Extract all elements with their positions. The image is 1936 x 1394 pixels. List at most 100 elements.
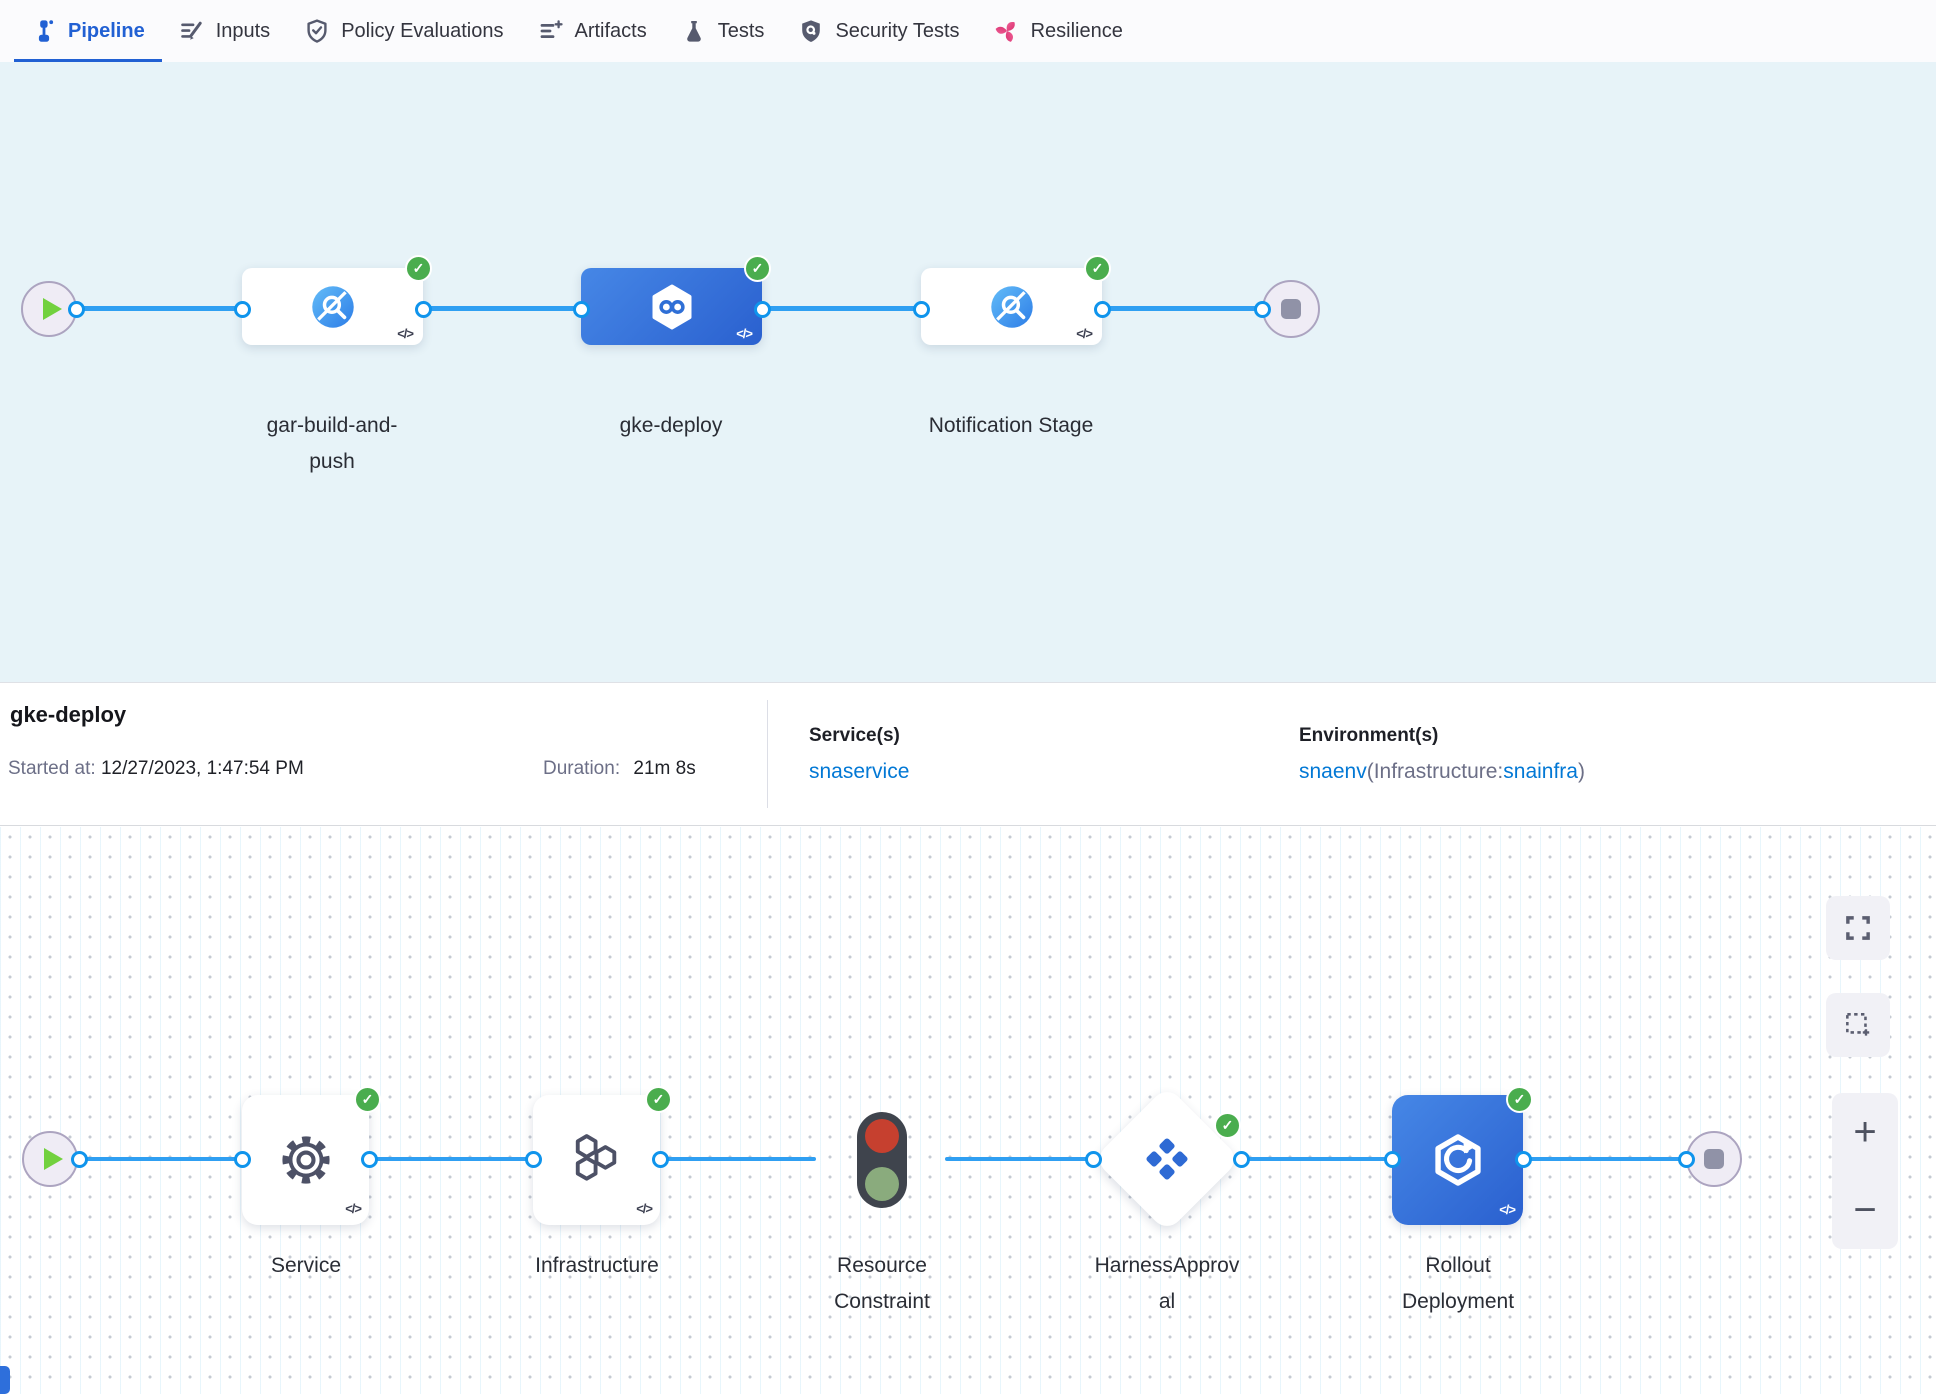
port [573,301,590,318]
port [1678,1151,1695,1168]
success-badge: ✓ [1084,255,1111,282]
port [361,1151,378,1168]
stage-card-gke-deploy[interactable]: </> [581,268,762,345]
build-stage-icon [309,283,357,331]
select-area-button[interactable] [1826,993,1890,1057]
port [1094,301,1111,318]
port [1515,1151,1532,1168]
port [71,1151,88,1168]
duration-value: 21m 8s [633,758,695,779]
pipeline-execution-page: Pipeline Inputs Policy Evaluations [0,0,1936,1394]
marquee-select-icon [1842,1009,1874,1041]
port [1233,1151,1250,1168]
stage-graph-canvas[interactable] [0,62,1936,682]
yaml-badge: </> [1499,1202,1515,1217]
yaml-badge: </> [397,326,413,341]
edge [423,306,581,311]
execution-tabbar: Pipeline Inputs Policy Evaluations [0,0,1936,62]
step-card-infrastructure[interactable]: </> [533,1095,660,1225]
tab-pipeline[interactable]: Pipeline [14,0,162,62]
step-label: Infrastructure [522,1248,672,1284]
tab-inputs[interactable]: Inputs [162,0,287,62]
port [1384,1151,1401,1168]
canvas-scroll-indicator[interactable] [0,1366,10,1394]
port [1085,1151,1102,1168]
yaml-badge: </> [736,326,752,341]
edge [945,1157,1093,1161]
edge [76,306,242,311]
step-resource-constraint[interactable] [857,1112,907,1208]
tab-tests-label: Tests [718,20,765,43]
tab-tests[interactable]: Tests [664,0,782,62]
infrastructure-link[interactable]: snainfra [1503,760,1578,783]
tab-security-tests[interactable]: Security Tests [781,0,976,62]
execution-info-bar [0,682,1936,826]
tab-resilience[interactable]: Resilience [977,0,1140,62]
success-badge: ✓ [405,255,432,282]
tab-artifacts-label: Artifacts [575,20,647,43]
play-icon [43,298,62,320]
port [913,301,930,318]
success-badge: ✓ [354,1086,381,1113]
traffic-light-green [865,1167,899,1201]
yaml-badge: </> [636,1201,652,1216]
edge [79,1157,242,1161]
started-at-label: Started at: [8,758,96,779]
step-label: Rollout Deployment [1383,1248,1533,1320]
services-label: Service(s) [809,725,900,747]
duration: Duration: 21m 8s [543,758,696,780]
edge [762,306,921,311]
edge [660,1157,816,1161]
edge [1241,1157,1392,1161]
stop-icon [1704,1149,1724,1169]
fullscreen-icon [1842,912,1874,944]
approval-diamond-icon [1140,1132,1194,1186]
deploy-stage-icon [646,281,698,333]
step-card-rollout-deployment[interactable]: </> [1392,1095,1523,1225]
stage-label: gke-deploy [586,408,756,444]
success-badge: ✓ [744,255,771,282]
tests-icon [681,18,707,44]
port [234,1151,251,1168]
yaml-badge: </> [345,1201,361,1216]
zoom-in-button[interactable]: + [1832,1093,1898,1171]
edge [1102,306,1262,311]
stage-card-notification-stage[interactable]: </> [921,268,1102,345]
step-label: HarnessApproval [1094,1248,1240,1320]
tab-artifacts[interactable]: Artifacts [521,0,664,62]
stage-card-gar-build-and-push[interactable]: </> [242,268,423,345]
started-at-value: 12/27/2023, 1:47:54 PM [101,758,304,779]
policy-evaluations-icon [304,18,330,44]
edge [1523,1157,1686,1161]
port [68,301,85,318]
tab-inputs-label: Inputs [216,20,270,43]
tab-resilience-label: Resilience [1031,20,1123,43]
port [234,301,251,318]
port [652,1151,669,1168]
services-value: snaservice [809,760,909,784]
environments-value: snaenv(Infrastructure:snainfra) [1299,760,1585,784]
pipeline-icon [31,18,57,44]
stage-label: Notification Stage [926,408,1096,444]
step-label: Resource Constraint [807,1248,957,1320]
tab-policy-evaluations[interactable]: Policy Evaluations [287,0,520,62]
security-tests-icon [798,18,824,44]
port [754,301,771,318]
yaml-badge: </> [1076,326,1092,341]
play-icon [44,1148,63,1170]
divider [767,700,768,808]
environment-link[interactable]: snaenv [1299,760,1367,783]
infrastructure-hexagons-icon [566,1129,628,1191]
infrastructure-prefix: (Infrastructure: [1367,760,1504,783]
step-card-service[interactable]: </> [242,1095,369,1225]
execution-start-node [22,1131,78,1187]
edge [369,1157,533,1161]
resilience-icon [994,18,1020,44]
zoom-out-button[interactable]: − [1832,1171,1898,1249]
service-link[interactable]: snaservice [809,760,909,783]
tab-security-tests-label: Security Tests [835,20,959,43]
port [525,1151,542,1168]
artifacts-icon [538,18,564,44]
rollout-deployment-icon [1429,1131,1487,1189]
fullscreen-button[interactable] [1826,896,1890,960]
